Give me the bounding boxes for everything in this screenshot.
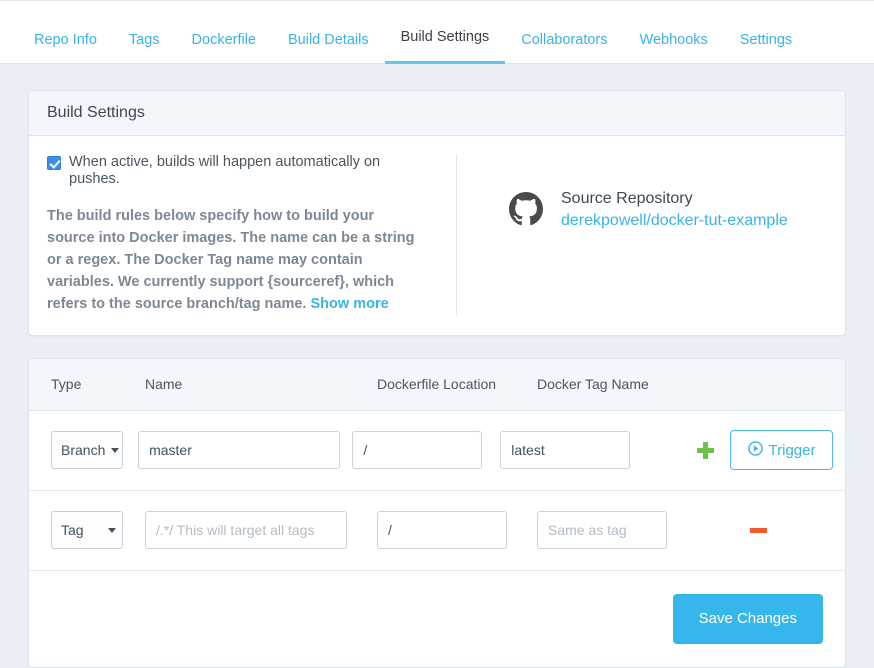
tab-webhooks[interactable]: Webhooks <box>624 32 724 65</box>
column-header-docker-tag-name: Docker Tag Name <box>537 376 649 393</box>
source-repository-link[interactable]: derekpowell/docker-tut-example <box>561 212 788 230</box>
row-location-cell <box>371 511 531 550</box>
row-name-cell <box>132 431 346 470</box>
build-info-column: When active, builds will happen automati… <box>47 154 457 315</box>
dockerfile-location-input[interactable] <box>377 511 507 550</box>
docker-tag-name-input[interactable] <box>537 511 667 550</box>
trigger-button[interactable]: Trigger <box>730 430 834 471</box>
tab-collaborators[interactable]: Collaborators <box>505 32 623 65</box>
autobuild-checkbox[interactable] <box>47 156 61 170</box>
save-changes-button[interactable]: Save Changes <box>672 593 823 644</box>
type-select-branch[interactable]: Branch <box>51 431 123 470</box>
docker-tag-name-input[interactable] <box>500 431 631 470</box>
play-circle-icon <box>747 441 763 460</box>
tab-tags[interactable]: Tags <box>113 32 176 65</box>
tab-repo-info[interactable]: Repo Info <box>18 32 113 65</box>
row-actions-cell: Trigger <box>679 430 834 471</box>
row-tag-cell <box>531 511 731 550</box>
name-input[interactable] <box>145 511 347 550</box>
chevron-down-icon <box>111 447 119 453</box>
row-type-cell: Tag <box>41 511 139 550</box>
build-rules-card: Type Name Dockerfile Location Docker Tag… <box>28 357 846 668</box>
row-tag-cell <box>494 431 679 470</box>
row-name-cell <box>139 511 371 550</box>
build-rules-header-row: Type Name Dockerfile Location Docker Tag… <box>29 358 845 411</box>
autobuild-label: When active, builds will happen automati… <box>69 154 381 188</box>
table-row: Branch master / latest Trigger <box>29 411 845 491</box>
build-settings-panel: Build Settings When active, builds will … <box>28 90 846 336</box>
dockerfile-location-input[interactable] <box>352 431 483 470</box>
github-icon <box>509 192 543 229</box>
add-rule-icon[interactable] <box>697 441 715 459</box>
tab-settings[interactable]: Settings <box>724 32 808 65</box>
source-repository-text: Source Repository derekpowell/docker-tut… <box>561 190 788 230</box>
build-rules-description: The build rules below specify how to bui… <box>47 205 422 315</box>
autobuild-row: When active, builds will happen automati… <box>47 154 434 189</box>
row-location-cell <box>346 431 494 470</box>
source-repository-column: Source Repository derekpowell/docker-tut… <box>457 154 827 315</box>
panel-title: Build Settings <box>29 91 845 136</box>
remove-rule-icon[interactable] <box>750 527 767 533</box>
name-input[interactable] <box>138 431 341 470</box>
show-more-link[interactable]: Show more <box>311 296 389 312</box>
tab-build-details[interactable]: Build Details <box>272 32 385 65</box>
build-rules-footer: Save Changes <box>29 571 845 667</box>
row-type-cell: Branch <box>41 431 132 470</box>
table-row: Tag <box>29 491 845 571</box>
column-header-name: Name <box>145 376 183 393</box>
type-select-tag-value: Tag <box>61 522 84 539</box>
tab-bar: Repo Info Tags Dockerfile Build Details … <box>0 0 874 64</box>
trigger-button-label: Trigger <box>768 441 816 459</box>
source-repository-title: Source Repository <box>561 190 693 207</box>
tab-dockerfile[interactable]: Dockerfile <box>176 32 272 65</box>
type-select-tag[interactable]: Tag <box>51 511 123 550</box>
column-header-type: Type <box>51 376 82 393</box>
type-select-branch-value: Branch <box>61 442 106 459</box>
page-content: Build Settings When active, builds will … <box>0 64 874 668</box>
row-actions-cell <box>731 527 833 533</box>
chevron-down-icon <box>108 527 116 533</box>
tab-build-settings[interactable]: Build Settings <box>384 29 506 64</box>
column-header-dockerfile-location: Dockerfile Location <box>377 376 497 393</box>
panel-body: When active, builds will happen automati… <box>29 136 845 335</box>
